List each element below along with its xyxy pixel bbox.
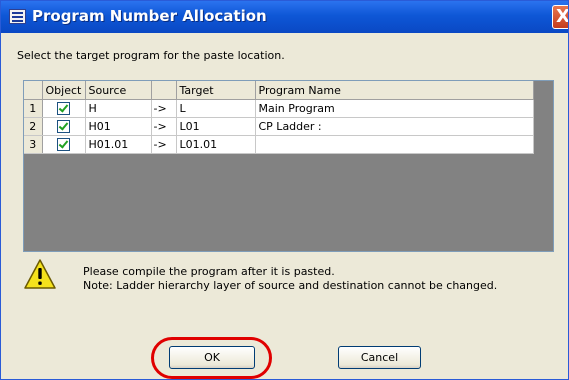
- row-number-header: [24, 81, 43, 100]
- object-cell: [42, 117, 86, 136]
- target-cell[interactable]: L01.01: [176, 135, 256, 154]
- table-row[interactable]: 1 H -> L Main Program: [24, 99, 534, 118]
- program-name-cell[interactable]: [255, 135, 534, 154]
- object-checkbox[interactable]: [57, 102, 70, 116]
- table-header: Object Source Target Program Name: [24, 81, 534, 100]
- row-number: 2: [24, 117, 43, 136]
- app-icon: [9, 9, 26, 24]
- warning-icon: [24, 259, 56, 289]
- source-cell[interactable]: H: [85, 99, 152, 118]
- row-number: 3: [24, 135, 43, 154]
- column-header-source[interactable]: Source: [85, 81, 152, 100]
- program-name-cell[interactable]: CP Ladder :: [255, 117, 534, 136]
- ok-button[interactable]: OK: [169, 346, 255, 369]
- program-table: Object Source Target Program Name 1 H ->…: [23, 80, 554, 252]
- column-header-target[interactable]: Target: [176, 81, 256, 100]
- target-cell[interactable]: L01: [176, 117, 256, 136]
- table-row[interactable]: 3 H01.01 -> L01.01: [24, 135, 534, 154]
- dialog-window: Program Number Allocation X Select the t…: [0, 0, 569, 380]
- warning-message-line1: Please compile the program after it is p…: [83, 265, 335, 278]
- object-checkbox[interactable]: [57, 120, 70, 134]
- arrow-cell: ->: [151, 135, 177, 154]
- source-cell[interactable]: H01.01: [85, 135, 152, 154]
- window-title: Program Number Allocation: [32, 7, 267, 25]
- column-header-object[interactable]: Object: [42, 81, 86, 100]
- warning-message-line2: Note: Ladder hierarchy layer of source a…: [83, 279, 498, 292]
- instruction-text: Select the target program for the paste …: [17, 49, 285, 62]
- row-number: 1: [24, 99, 43, 118]
- source-cell[interactable]: H01: [85, 117, 152, 136]
- object-cell: [42, 99, 86, 118]
- table-row[interactable]: 2 H01 -> L01 CP Ladder :: [24, 117, 534, 136]
- cancel-button[interactable]: Cancel: [338, 346, 421, 369]
- column-header-program-name[interactable]: Program Name: [255, 81, 534, 100]
- target-cell[interactable]: L: [176, 99, 256, 118]
- object-checkbox[interactable]: [57, 138, 70, 152]
- column-header-arrow[interactable]: [151, 81, 177, 100]
- close-button[interactable]: X: [552, 5, 569, 29]
- arrow-cell: ->: [151, 99, 177, 118]
- title-bar[interactable]: Program Number Allocation X: [1, 1, 569, 33]
- close-icon: X: [556, 6, 569, 27]
- arrow-cell: ->: [151, 117, 177, 136]
- program-name-cell[interactable]: Main Program: [255, 99, 534, 118]
- object-cell: [42, 135, 86, 154]
